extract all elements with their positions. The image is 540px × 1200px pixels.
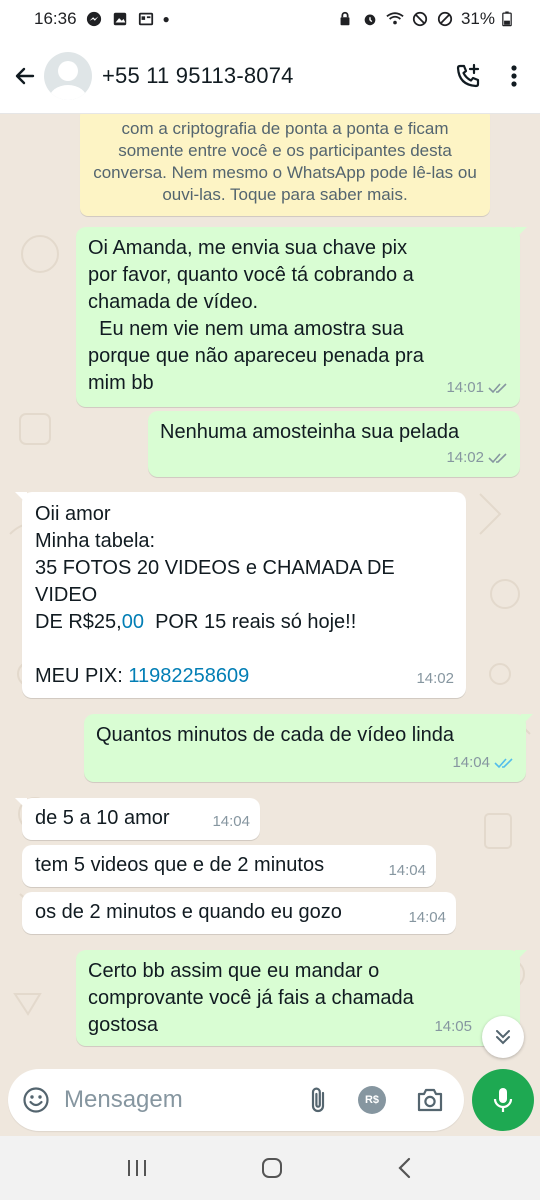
status-bar: 16:36 ● 31%	[0, 0, 540, 38]
price-line: DE R$25,00 POR 15 reais só hoje!!	[35, 609, 453, 636]
payment-icon[interactable]: R$	[358, 1086, 386, 1114]
add-call-icon[interactable]	[454, 62, 482, 90]
price-prefix: DE R$25,	[35, 611, 122, 633]
message-incoming[interactable]: de 5 a 10 amor 14:04	[15, 798, 260, 840]
voice-message-button[interactable]	[472, 1069, 534, 1131]
message-line: Oii amor	[35, 503, 111, 525]
pix-number-link[interactable]: 11982258609	[128, 665, 249, 687]
price-link[interactable]: 00	[122, 611, 144, 633]
system-nav-bar	[0, 1136, 540, 1200]
pix-line: MEU PIX: 11982258609	[35, 663, 453, 690]
message-meta: 14:04	[388, 857, 426, 884]
message-meta: 14:04	[212, 808, 250, 835]
bubble-tail	[521, 714, 533, 726]
message-incoming[interactable]: os de 2 minutos e quando eu gozo 14:04	[22, 892, 456, 934]
news-icon	[138, 12, 153, 26]
bubble-tail	[15, 798, 27, 810]
message-incoming[interactable]: tem 5 videos que e de 2 minutos 14:04	[22, 845, 436, 887]
battery-percent: 31%	[460, 9, 495, 28]
recent-apps-icon[interactable]	[125, 1157, 149, 1179]
message-text: os de 2 minutos e quando eu gozo	[35, 901, 342, 923]
bubble-tail	[15, 492, 27, 504]
message-text: Quantos minutos de cada de vídeo linda	[96, 724, 455, 746]
message-line: Minha tabela:	[35, 530, 156, 552]
message-time: 14:04	[388, 862, 426, 879]
blocked-icon	[437, 11, 453, 27]
camera-icon[interactable]	[416, 1087, 444, 1113]
emoji-icon[interactable]	[22, 1086, 50, 1114]
message-input-container[interactable]: R$	[8, 1069, 464, 1131]
price-suffix: POR 15 reais só hoje!!	[143, 611, 357, 633]
status-time: 16:36	[34, 9, 77, 28]
bubble-tail	[515, 227, 527, 239]
message-outgoing[interactable]: Nenhuma amosteinha sua pelada 14:02	[148, 411, 520, 477]
message-meta: 14:02	[416, 665, 454, 692]
alarm-icon	[364, 14, 376, 26]
do-not-disturb-icon	[412, 11, 428, 27]
chat-area[interactable]: com a criptografia de ponta a ponta e fi…	[0, 114, 540, 1064]
message-meta: 14:05	[434, 1013, 472, 1040]
message-time: 14:02	[446, 449, 484, 466]
message-meta: 14:01	[446, 374, 508, 401]
microphone-icon	[493, 1088, 513, 1112]
message-time: 14:04	[212, 813, 250, 830]
avatar[interactable]	[44, 51, 92, 100]
message-incoming[interactable]: Oii amor Minha tabela: 35 FOTOS 20 VIDEO…	[15, 492, 466, 698]
more-options-icon[interactable]	[510, 64, 518, 88]
back-nav-icon[interactable]	[395, 1156, 415, 1180]
attach-icon[interactable]	[308, 1085, 328, 1115]
message-time: 14:04	[408, 909, 446, 926]
double-check-icon	[488, 452, 507, 463]
message-time: 14:01	[446, 379, 484, 396]
encryption-notice[interactable]: com a criptografia de ponta a ponta e fi…	[80, 114, 490, 216]
pix-label: MEU PIX:	[35, 665, 129, 687]
message-time: 14:05	[434, 1018, 472, 1035]
message-text: Oi Amanda, me envia sua chave pix por fa…	[88, 237, 424, 394]
double-check-icon	[488, 382, 507, 393]
message-meta: 14:02	[446, 444, 508, 471]
message-meta: 14:04	[408, 904, 446, 931]
bubble-tail	[515, 950, 527, 962]
wifi-icon	[386, 12, 404, 25]
arrow-left-icon	[15, 67, 35, 84]
back-button[interactable]	[10, 56, 40, 96]
double-chevron-down-icon	[496, 1030, 510, 1045]
message-outgoing[interactable]: Quantos minutos de cada de vídeo linda 1…	[84, 714, 533, 782]
contact-name[interactable]: +55 11 95113-8074	[102, 63, 294, 89]
home-icon[interactable]	[260, 1156, 284, 1180]
message-outgoing[interactable]: Oi Amanda, me envia sua chave pix por fa…	[76, 227, 527, 407]
composer: R$	[0, 1064, 540, 1136]
message-input[interactable]	[64, 1086, 274, 1114]
message-text: Nenhuma amosteinha sua pelada	[160, 421, 460, 443]
notification-dot: ●	[162, 12, 170, 26]
lock-alarm-icon	[340, 11, 350, 26]
read-double-check-icon	[494, 757, 513, 768]
message-text: tem 5 videos que e de 2 minutos	[35, 854, 325, 876]
message-time: 14:02	[416, 670, 454, 687]
battery-icon	[502, 11, 512, 27]
messenger-icon	[86, 11, 101, 27]
message-time: 14:04	[452, 754, 490, 771]
message-meta: 14:04	[452, 749, 514, 776]
chat-header: +55 11 95113-8074	[0, 38, 540, 114]
gallery-icon	[113, 12, 126, 26]
scroll-to-bottom-button[interactable]	[482, 1016, 524, 1058]
message-line: 35 FOTOS 20 VIDEOS e CHAMADA DE	[35, 557, 395, 579]
message-outgoing[interactable]: Certo bb assim que eu mandar o comprovan…	[76, 950, 527, 1046]
message-line: VIDEO	[35, 584, 98, 606]
